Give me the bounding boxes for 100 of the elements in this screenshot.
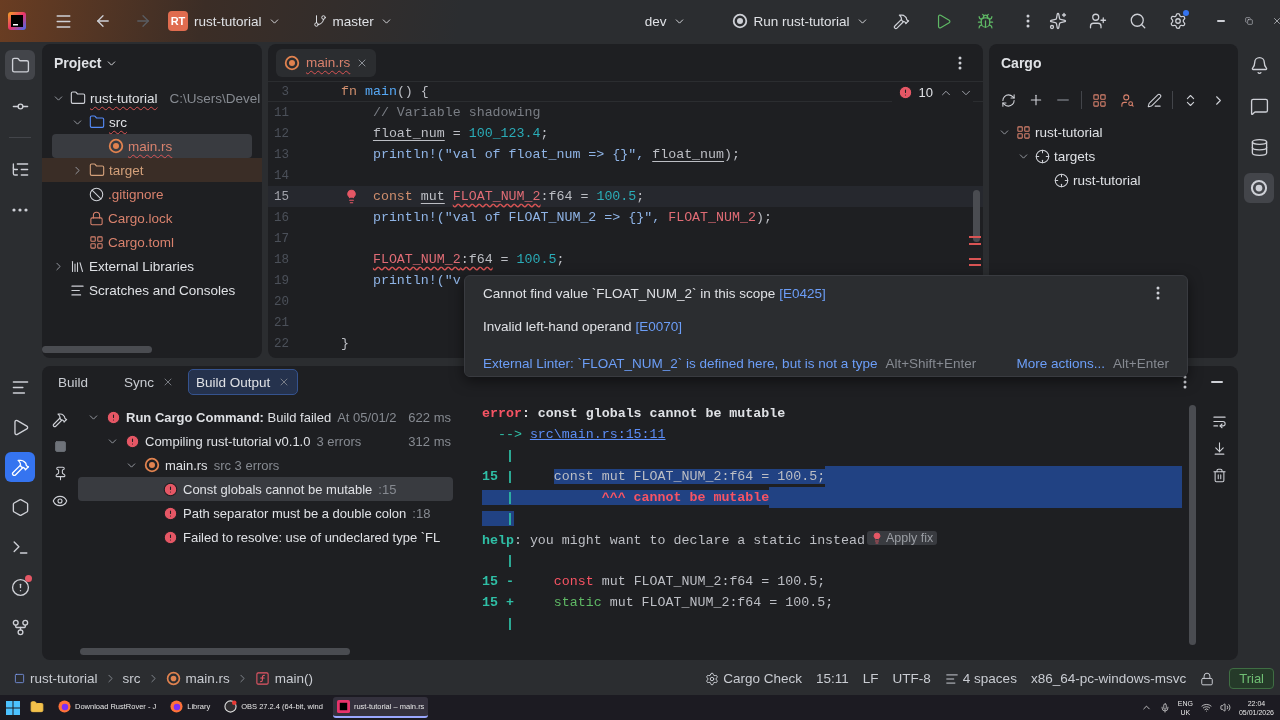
lock-icon bbox=[1200, 671, 1215, 686]
vertical-scrollbar[interactable] bbox=[973, 190, 980, 242]
output-line: | bbox=[504, 553, 514, 568]
panel-title: Project bbox=[54, 55, 102, 71]
app-logo bbox=[8, 12, 26, 30]
breadcrumb[interactable]: main() bbox=[254, 671, 314, 686]
pin-icon bbox=[52, 466, 68, 481]
error-message: Cannot find value `FLOAT_NUM_2` in this scope [E0425] bbox=[483, 285, 826, 301]
output-line: | bbox=[504, 616, 514, 631]
error-icon bbox=[897, 85, 913, 100]
panel-tab[interactable]: Sync bbox=[116, 369, 183, 395]
more-actions-link[interactable]: More actions... bbox=[1016, 355, 1106, 371]
hammer-icon bbox=[52, 411, 68, 428]
breadcrumb[interactable]: main.rs bbox=[165, 671, 230, 686]
tree-item[interactable]: main.rs bbox=[52, 134, 252, 158]
ring-icon bbox=[1250, 179, 1268, 197]
output-line: | bbox=[504, 448, 514, 463]
apply-fix-button[interactable]: Apply fix bbox=[867, 531, 938, 545]
license-badge[interactable]: Trial bbox=[1229, 668, 1274, 689]
bulb-icon bbox=[871, 532, 884, 544]
code-line: FLOAT_NUM_2:f64 = 100.5; bbox=[372, 252, 565, 267]
ring-icon bbox=[144, 457, 160, 473]
grid-icon bbox=[1092, 92, 1108, 108]
error-stripe bbox=[969, 258, 981, 260]
indent-icon bbox=[944, 671, 959, 686]
code-line: println!("val of FLOAT_NUM_2 => {}", FLOAT_NUM_2); bbox=[372, 210, 772, 225]
build-tree-item[interactable]: Const globals cannot be mutable :15 bbox=[78, 477, 453, 501]
bulb-icon bbox=[344, 189, 359, 204]
project-selector[interactable]: RT rust-tutorial bbox=[162, 6, 287, 36]
error-icon bbox=[125, 433, 140, 449]
error-count: 10 bbox=[918, 85, 933, 100]
library-icon bbox=[70, 258, 85, 274]
code-line: } bbox=[341, 336, 349, 351]
hammer-tool-button[interactable] bbox=[5, 452, 35, 482]
tree-item[interactable]: src bbox=[42, 110, 262, 134]
run-config-selector[interactable]: Run rust-tutorial bbox=[725, 6, 875, 36]
close-icon bbox=[1271, 16, 1280, 26]
tree-item[interactable]: targets bbox=[989, 144, 1238, 168]
output-line: --> src\main.rs:15:11 bbox=[496, 427, 666, 442]
folder-tool-button[interactable] bbox=[5, 50, 35, 80]
profile-selector[interactable]: dev bbox=[638, 6, 692, 36]
chat-icon bbox=[1249, 96, 1269, 116]
tree-item[interactable]: target bbox=[42, 158, 262, 182]
breadcrumb[interactable]: src bbox=[122, 671, 141, 686]
minimize-icon bbox=[1211, 381, 1223, 383]
square-icon bbox=[14, 673, 25, 684]
file-link[interactable]: src\main.rs:15:11 bbox=[529, 427, 666, 442]
branch-icon bbox=[312, 14, 327, 28]
tree-item[interactable]: rust-tutorial C:\Users\Devel bbox=[42, 86, 262, 110]
vertical-scrollbar[interactable] bbox=[1189, 405, 1196, 645]
build-tree-item[interactable]: Run Cargo Command: Build failed At 05/01/2 622 ms bbox=[78, 405, 453, 429]
status-widget[interactable]: 15:11 bbox=[809, 671, 856, 686]
build-tree-item[interactable]: main.rs src 3 errors bbox=[78, 453, 453, 477]
tree-item[interactable]: .gitignore bbox=[42, 182, 262, 206]
more-icon bbox=[958, 55, 962, 70]
error-stripe bbox=[969, 236, 981, 238]
pen-icon bbox=[1147, 92, 1163, 108]
error-icon bbox=[163, 505, 178, 521]
ring-icon bbox=[731, 13, 748, 29]
folder-icon bbox=[10, 55, 30, 75]
target-icon bbox=[1054, 172, 1069, 188]
ring-tool-button[interactable] bbox=[1244, 173, 1274, 203]
tree-item[interactable]: External Libraries bbox=[42, 254, 262, 278]
back-icon bbox=[94, 12, 112, 30]
status-widget[interactable]: LF bbox=[855, 671, 886, 686]
wrap-icon bbox=[1211, 414, 1227, 429]
indent-widget[interactable]: 4 spaces bbox=[937, 671, 1024, 686]
error-stripe bbox=[969, 264, 981, 266]
minimize-icon bbox=[1216, 20, 1225, 22]
tree-item[interactable]: Cargo.lock bbox=[42, 206, 262, 230]
horizontal-scrollbar[interactable] bbox=[42, 346, 152, 353]
tree-item[interactable]: Cargo.toml bbox=[42, 230, 262, 254]
status-widget[interactable]: UTF-8 bbox=[885, 671, 938, 686]
windows-logo[interactable] bbox=[6, 700, 20, 715]
panel-tab[interactable]: Build bbox=[50, 369, 97, 395]
status-widget[interactable]: x86_64-pc-windows-msvc bbox=[1023, 671, 1194, 686]
tree-item[interactable]: Scratches and Consoles bbox=[42, 278, 262, 302]
app-icon bbox=[336, 700, 350, 713]
build-tree-item[interactable]: Compiling rust-tutorial v0.1.0 3 errors 312 ms bbox=[78, 429, 453, 453]
horizontal-scrollbar[interactable] bbox=[80, 648, 350, 655]
tree-item[interactable]: rust-tutorial bbox=[989, 168, 1238, 192]
tree-item[interactable]: rust-tutorial bbox=[989, 120, 1238, 144]
output-line: | ^^^ cannot be mutable bbox=[482, 490, 770, 505]
stop-icon bbox=[53, 440, 67, 453]
breadcrumb[interactable]: rust-tutorial bbox=[14, 671, 98, 686]
code-line: float_num = 100_123.4; bbox=[372, 126, 549, 141]
panel-tab[interactable]: Build Output bbox=[188, 369, 299, 395]
build-tree-item[interactable]: Failed to resolve: use of undeclared type `FL bbox=[78, 525, 453, 549]
code-line: println!("v bbox=[372, 273, 461, 288]
output-line: 15 - const mut FLOAT_NUM_2:f64 = 100.5; bbox=[482, 574, 826, 589]
target-icon bbox=[1035, 148, 1050, 164]
file-tab[interactable]: main.rs bbox=[276, 48, 377, 77]
cargo-check-widget[interactable]: Cargo Check bbox=[698, 671, 810, 686]
build-tree-item[interactable]: Path separator must be a double colon :18 bbox=[78, 501, 453, 525]
shortcut-hint: Alt+Shift+Enter bbox=[885, 355, 977, 371]
function-icon bbox=[254, 671, 270, 686]
trash-icon bbox=[1211, 468, 1227, 483]
branch-selector[interactable]: master bbox=[306, 6, 399, 36]
quick-fix-link[interactable]: External Linter: `FLOAT_NUM_2` is defined here, but is not a type bbox=[483, 355, 878, 371]
play-icon bbox=[935, 12, 953, 30]
